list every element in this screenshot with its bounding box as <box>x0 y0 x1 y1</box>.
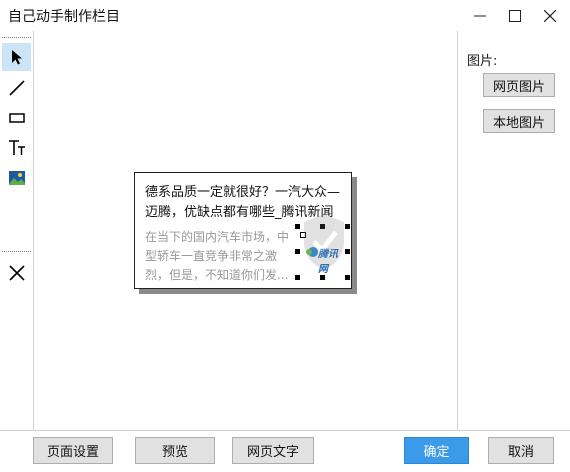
web-image-button[interactable]: 网页图片 <box>483 73 555 97</box>
divider <box>2 251 31 252</box>
watermark-logo <box>300 210 450 280</box>
minimize-icon <box>474 15 486 16</box>
tool-palette <box>0 31 34 430</box>
select-tool[interactable] <box>2 43 31 71</box>
image-tool[interactable] <box>2 164 31 192</box>
text-tool[interactable] <box>2 134 31 162</box>
line-tool[interactable] <box>2 74 31 102</box>
text-tool-icon <box>8 140 25 155</box>
cancel-button[interactable]: 取消 <box>488 437 554 464</box>
shield-icon <box>304 214 344 270</box>
page-settings-button[interactable]: 页面设置 <box>33 437 113 464</box>
title-bar: 自己动手制作栏目 <box>0 0 570 31</box>
minimize-button[interactable] <box>462 0 498 31</box>
close-window-button[interactable] <box>532 0 568 31</box>
local-image-button[interactable]: 本地图片 <box>483 109 555 133</box>
close-icon <box>544 9 556 22</box>
ok-button[interactable]: 确定 <box>404 437 469 464</box>
window-title: 自己动手制作栏目 <box>8 9 120 25</box>
delete-tool[interactable] <box>2 259 31 287</box>
maximize-button[interactable] <box>497 0 533 31</box>
rectangle-icon <box>8 113 25 123</box>
rect-tool[interactable] <box>2 104 31 132</box>
card-description[interactable]: 在当下的国内汽车市场，中型轿车一直竞争非常之激烈，但是，不知道你们发... <box>145 228 295 285</box>
maximize-icon <box>509 9 521 22</box>
cursor-arrow-icon <box>11 50 22 65</box>
preview-button[interactable]: 预览 <box>135 437 215 464</box>
image-icon <box>8 171 25 185</box>
image-label: 图片: <box>467 54 498 69</box>
divider <box>2 37 31 38</box>
close-x-icon <box>8 265 25 281</box>
line-icon <box>8 80 25 96</box>
web-text-button[interactable]: 网页文字 <box>232 437 314 464</box>
